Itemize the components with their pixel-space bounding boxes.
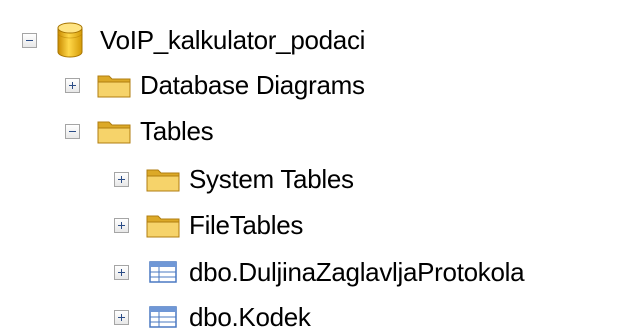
tree-node-label: FileTables (189, 210, 304, 240)
tree-node-label: dbo.DuljinaZaglavljaProtokola (189, 257, 525, 287)
tree-node-label: Database Diagrams (140, 70, 365, 100)
expand-toggle-system-tables[interactable] (114, 171, 129, 187)
tree-node-label: Tables (140, 116, 214, 146)
folder-icon (97, 75, 131, 98)
tree-node-table[interactable]: dbo.Kodek (114, 297, 311, 335)
table-icon (149, 261, 177, 283)
tree-node-database-diagrams[interactable]: Database Diagrams (65, 65, 365, 105)
table-icon (149, 306, 177, 328)
tree-node-filetables[interactable]: FileTables (114, 205, 303, 245)
folder-icon (146, 215, 180, 238)
expand-toggle-filetables[interactable] (114, 217, 129, 233)
collapse-toggle-tables[interactable] (65, 123, 80, 139)
expand-toggle-database-diagrams[interactable] (65, 77, 80, 93)
folder-icon (97, 121, 131, 144)
object-explorer-tree: VoIP_kalkulator_podaci Database Diagrams… (0, 0, 627, 335)
tree-node-label: System Tables (189, 164, 354, 194)
expand-toggle-table[interactable] (114, 264, 129, 280)
expand-toggle-table[interactable] (114, 309, 129, 325)
tree-node-system-tables[interactable]: System Tables (114, 159, 354, 199)
tree-node-database[interactable]: VoIP_kalkulator_podaci (22, 20, 365, 60)
database-label: VoIP_kalkulator_podaci (100, 25, 366, 55)
collapse-toggle-database[interactable] (22, 32, 37, 48)
database-cylinder-icon (57, 22, 83, 58)
tree-node-label: dbo.Kodek (189, 302, 311, 332)
tree-node-tables[interactable]: Tables (65, 111, 214, 151)
tree-node-table[interactable]: dbo.DuljinaZaglavljaProtokola (114, 252, 525, 292)
folder-icon (146, 169, 180, 192)
